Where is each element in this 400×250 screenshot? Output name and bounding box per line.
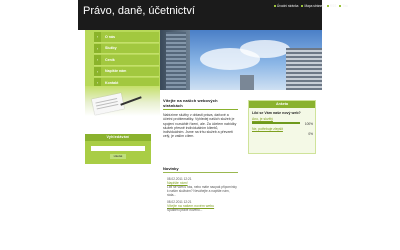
top-link-rss[interactable]: RSS	[326, 4, 337, 8]
poll-title: Anketa	[249, 101, 315, 108]
welcome-text: Nabízíme služby v oblasti práva, daňové …	[163, 113, 237, 139]
top-link-label: Tisk	[342, 4, 349, 8]
menu-item-label: Služby	[105, 46, 117, 51]
building-shape	[286, 48, 322, 90]
news-body: Spuštění právě nového...	[167, 208, 203, 212]
chevron-right-icon: ›	[94, 32, 101, 42]
menu-item-label: Ceník	[105, 57, 115, 62]
news-title: Novinky	[163, 166, 179, 171]
top-link-label: RSS	[329, 4, 337, 8]
decorative-document-photo	[85, 86, 160, 116]
top-link-home[interactable]: Úvodní stránka	[274, 4, 298, 8]
search-panel: Vyhledávání Hledat	[85, 134, 151, 164]
search-button[interactable]: Hledat	[110, 154, 126, 159]
rss-icon	[326, 5, 329, 7]
poll-result-bar	[252, 122, 300, 125]
menu-item-about[interactable]: › O nás	[94, 32, 159, 43]
site-header: Právo, daně, účetnictví Úvodní stránka M…	[78, 0, 348, 30]
search-input[interactable]	[91, 146, 145, 151]
top-link-print[interactable]: Tisk	[339, 4, 348, 8]
welcome-section: Vítejte na našich webových stránkách Nab…	[163, 98, 238, 139]
poll-percent: 100%	[304, 122, 313, 127]
header-photo-buildings	[160, 30, 322, 90]
home-icon	[274, 5, 276, 7]
building-shape	[240, 75, 254, 90]
top-links: Úvodní stránka Mapa stránek RSS Tisk	[274, 0, 348, 12]
chevron-right-icon: ›	[94, 66, 101, 76]
building-shape	[166, 32, 186, 90]
menu-item-label: Napište nám	[105, 69, 127, 74]
sitemap-icon	[301, 5, 304, 7]
divider	[163, 172, 238, 173]
news-item: 08.02.2011 12:21 Vítejte na našem novém …	[163, 200, 238, 212]
pen-image	[120, 96, 142, 106]
chevron-right-icon: ›	[94, 43, 101, 53]
print-icon	[339, 5, 342, 7]
divider	[163, 109, 238, 110]
menu-item-label: O nás	[105, 34, 115, 39]
top-link-label: Úvodní stránka	[277, 4, 299, 8]
news-item: 08.02.2011 12:21 Napište nám! Líbí se vá…	[163, 177, 238, 197]
menu-item-write-us[interactable]: › Napište nám	[94, 66, 159, 77]
news-section: Novinky 08.02.2011 12:21 Napište nám! Lí…	[163, 166, 238, 215]
chevron-right-icon: ›	[94, 55, 101, 65]
top-link-label: Mapa stránek	[304, 4, 324, 8]
top-link-sitemap[interactable]: Mapa stránek	[301, 4, 324, 8]
poll-question: Líbí se Vám naše nový web?	[252, 111, 301, 115]
poll-option-yes[interactable]: Ano, je skvělý	[249, 117, 315, 121]
menu-item-label: Kontakt	[105, 80, 119, 85]
welcome-title: Vítejte na našich webových stránkách	[163, 98, 218, 108]
cloud-shape	[240, 40, 290, 58]
search-title: Vyhledávání	[85, 134, 151, 141]
menu-item-pricing[interactable]: › Ceník	[94, 55, 159, 66]
menu-item-services[interactable]: › Služby	[94, 43, 159, 54]
poll-result-row: 100%	[249, 122, 315, 127]
poll-option-no[interactable]: Ne, potřebuje zlepšit	[249, 127, 315, 131]
poll-percent: 0%	[308, 132, 313, 137]
poll-result-row: 0%	[249, 132, 315, 137]
site-title: Právo, daně, účetnictví	[83, 5, 195, 17]
poll-panel: Anketa Líbí se Vám naše nový web? Ano, j…	[248, 100, 316, 154]
news-body: Líbí se vám u nás, nebo máte naopak přip…	[167, 185, 237, 197]
page: Právo, daně, účetnictví Úvodní stránka M…	[0, 0, 400, 250]
